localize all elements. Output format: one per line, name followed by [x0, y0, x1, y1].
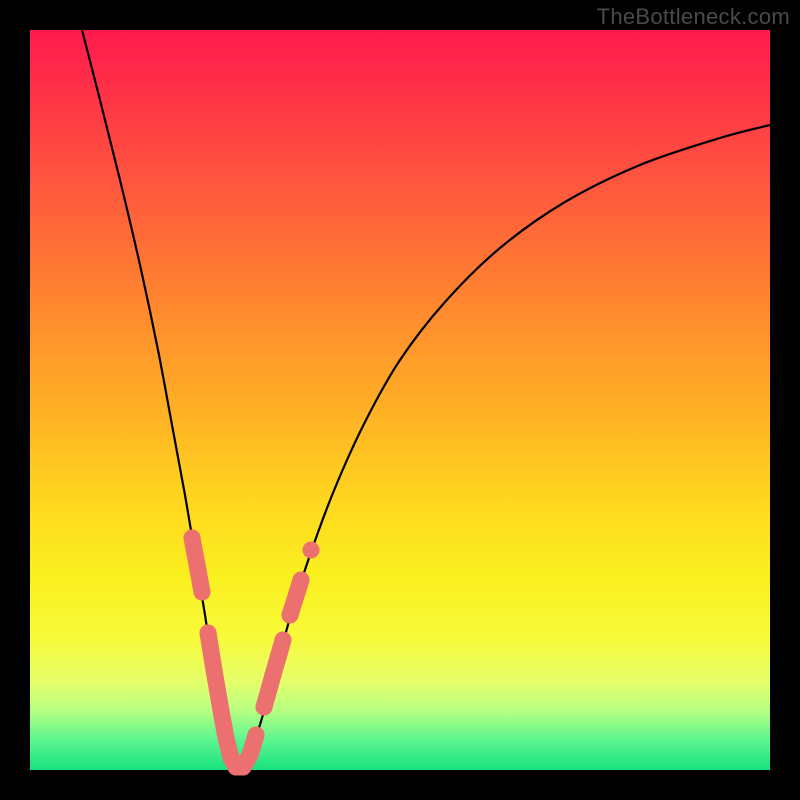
marker-dot — [303, 542, 320, 559]
marker-dot — [190, 562, 207, 579]
marker-dot — [293, 572, 310, 589]
marker-dot — [206, 662, 223, 679]
marker-dot — [265, 667, 282, 684]
marker-dot — [200, 625, 217, 642]
marker-dot — [248, 727, 265, 744]
chart-overlay — [30, 30, 770, 770]
marker-dot — [212, 697, 229, 714]
marker-dot — [184, 530, 201, 547]
curve-right-branch — [245, 125, 770, 768]
marker-dot — [194, 584, 211, 601]
marker-dot — [242, 747, 259, 764]
marker-dot — [218, 730, 235, 747]
marker-dot — [256, 699, 273, 716]
marker-dot — [275, 632, 292, 649]
marker-link-group — [192, 538, 301, 767]
marker-dot — [282, 607, 299, 624]
attribution-text: TheBottleneck.com — [597, 4, 790, 30]
